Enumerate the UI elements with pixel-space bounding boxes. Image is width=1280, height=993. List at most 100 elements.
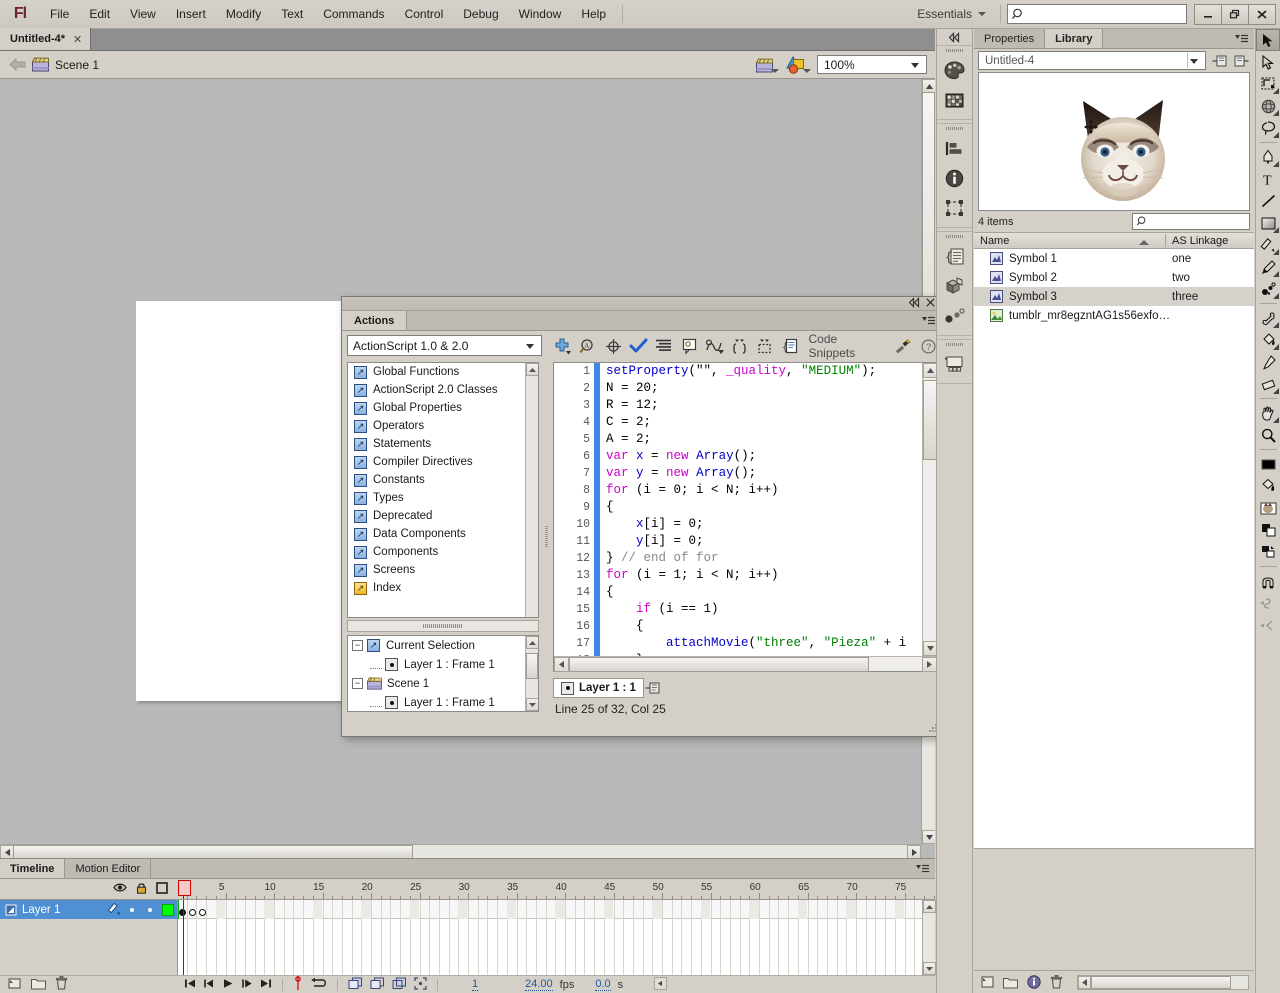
- check-syntax-icon[interactable]: [628, 336, 649, 356]
- new-library-panel-icon[interactable]: [1232, 51, 1250, 70]
- dock-grip-icon[interactable]: [937, 124, 972, 133]
- go-to-first-frame-icon[interactable]: [184, 978, 196, 992]
- new-symbol-icon[interactable]: [979, 974, 996, 991]
- delete-icon[interactable]: [1048, 974, 1065, 991]
- outline-icon[interactable]: [156, 882, 168, 897]
- outline-color-swatch[interactable]: [159, 904, 177, 916]
- editor-horizontal-scrollbar[interactable]: [554, 656, 937, 671]
- brush-tool[interactable]: [1256, 256, 1280, 278]
- workspace-switcher[interactable]: Essentials: [909, 7, 994, 21]
- library-search-input[interactable]: [1149, 215, 1245, 229]
- tree-vertical-scrollbar[interactable]: [525, 363, 538, 617]
- library-folder-icon[interactable]: [937, 349, 972, 379]
- subselection-tool[interactable]: [1256, 51, 1280, 73]
- swatches-icon[interactable]: [937, 85, 972, 115]
- nav-item-scene-1[interactable]: − Scene 1: [348, 674, 538, 693]
- elapsed-time-value[interactable]: 0.0: [595, 978, 610, 991]
- tab-motion-editor[interactable]: Motion Editor: [65, 859, 151, 878]
- bone-tool[interactable]: [1256, 307, 1280, 329]
- menu-control[interactable]: Control: [395, 4, 454, 24]
- menu-insert[interactable]: Insert: [166, 4, 216, 24]
- menu-window[interactable]: Window: [509, 4, 572, 24]
- edit-multiple-frames-icon[interactable]: [370, 977, 385, 993]
- 3d-rotation-tool[interactable]: [1256, 95, 1280, 117]
- line-tool[interactable]: [1256, 190, 1280, 212]
- tree-item-deprecated[interactable]: ↗Deprecated: [348, 507, 538, 525]
- help-search-box[interactable]: [1007, 4, 1187, 24]
- nav-item-current-selection[interactable]: − ↗ Current Selection: [348, 636, 538, 655]
- expand-panels-icon[interactable]: [937, 29, 972, 45]
- fill-color-swatch[interactable]: [1256, 475, 1280, 497]
- onion-skin-icon[interactable]: [293, 976, 303, 993]
- dock-grip-icon[interactable]: [937, 46, 972, 55]
- visibility-toggle[interactable]: [123, 907, 141, 913]
- loop-icon[interactable]: [310, 977, 327, 992]
- scroll-right-arrow-icon[interactable]: [907, 845, 921, 858]
- straighten-option[interactable]: [1256, 614, 1280, 636]
- navigator-vertical-scrollbar[interactable]: [525, 636, 538, 711]
- scroll-down-arrow-icon[interactable]: [526, 698, 539, 711]
- new-folder-icon[interactable]: [1002, 974, 1019, 991]
- library-row-symbol-2[interactable]: Symbol 2 two: [974, 268, 1254, 287]
- onion-skin-outlines-icon[interactable]: [348, 977, 363, 993]
- properties-icon[interactable]: [1025, 974, 1042, 991]
- tree-hscroll-thumb[interactable]: [423, 624, 463, 628]
- tree-item-compiler-directives[interactable]: ↗Compiler Directives: [348, 453, 538, 471]
- tree-item-as2-classes[interactable]: ↗ActionScript 2.0 Classes: [348, 381, 538, 399]
- scroll-down-arrow-icon[interactable]: [922, 830, 935, 844]
- info-icon[interactable]: [937, 163, 972, 193]
- close-button[interactable]: [1248, 4, 1276, 25]
- new-folder-icon[interactable]: [31, 977, 46, 993]
- scroll-up-arrow-icon[interactable]: [922, 79, 935, 93]
- tree-item-constants[interactable]: ↗Constants: [348, 471, 538, 489]
- restore-button[interactable]: [1221, 4, 1249, 25]
- eye-icon[interactable]: [113, 882, 127, 896]
- transform-icon[interactable]: [937, 193, 972, 223]
- tree-item-data-components[interactable]: ↗Data Components: [348, 525, 538, 543]
- apply-block-comment-icon[interactable]: {: [779, 336, 800, 356]
- layer-name-label[interactable]: Layer 1: [22, 904, 105, 916]
- search-input[interactable]: [1026, 6, 1176, 22]
- selection-tool[interactable]: [1256, 29, 1280, 51]
- tree-horizontal-scrollbar[interactable]: [347, 620, 539, 632]
- find-icon[interactable]: A: [577, 336, 598, 356]
- menu-file[interactable]: File: [40, 4, 79, 24]
- zoom-level-combobox[interactable]: 100%: [817, 55, 927, 74]
- tree-item-components[interactable]: ↗Components: [348, 543, 538, 561]
- scroll-left-arrow-icon[interactable]: [654, 977, 667, 993]
- center-frame-icon[interactable]: [414, 977, 427, 993]
- menu-view[interactable]: View: [120, 4, 166, 24]
- stroke-color-swatch[interactable]: [1256, 453, 1280, 475]
- collapse-to-icons-icon[interactable]: [909, 298, 920, 310]
- scroll-down-arrow-icon[interactable]: [923, 962, 936, 975]
- editor-vertical-scrollbar[interactable]: [922, 363, 937, 656]
- document-tab-untitled-4[interactable]: Untitled-4* ✕: [0, 28, 91, 50]
- panel-options-menu-icon[interactable]: [1235, 29, 1254, 48]
- tab-library[interactable]: Library: [1045, 29, 1103, 48]
- code-snippets-icon[interactable]: [893, 336, 914, 356]
- show-code-hint-icon[interactable]: [678, 336, 699, 356]
- menu-modify[interactable]: Modify: [216, 4, 271, 24]
- scroll-up-arrow-icon[interactable]: [526, 363, 539, 376]
- menu-help[interactable]: Help: [571, 4, 616, 24]
- edit-scene-button[interactable]: [755, 55, 779, 75]
- collapse-toggle-icon[interactable]: −: [352, 678, 363, 689]
- scroll-left-arrow-icon[interactable]: [0, 845, 14, 858]
- actionscript-version-combobox[interactable]: ActionScript 1.0 & 2.0: [347, 335, 542, 356]
- actionscript-category-tree[interactable]: ↗Global Functions ↗ActionScript 2.0 Clas…: [347, 362, 539, 618]
- panel-options-menu-icon[interactable]: [916, 859, 935, 878]
- paint-bucket-tool[interactable]: [1256, 329, 1280, 351]
- library-row-bitmap[interactable]: tumblr_mr8egzntAG1s56exfo…: [974, 306, 1254, 325]
- nav-item-current-selection-frame[interactable]: Layer 1 : Frame 1: [348, 655, 538, 674]
- snap-to-objects-option[interactable]: [1256, 570, 1280, 592]
- nav-item-scene-1-frame[interactable]: Layer 1 : Frame 1: [348, 693, 538, 712]
- align-icon[interactable]: [937, 133, 972, 163]
- new-layer-icon[interactable]: [8, 977, 22, 993]
- text-tool[interactable]: T: [1256, 168, 1280, 190]
- go-to-last-frame-icon[interactable]: [260, 978, 272, 992]
- actions-panel-titlebar[interactable]: [342, 297, 941, 311]
- black-and-white-button[interactable]: [1256, 519, 1280, 541]
- menu-text[interactable]: Text: [271, 4, 313, 24]
- minimize-button[interactable]: [1194, 4, 1222, 25]
- breadcrumb-scene-1[interactable]: Scene 1: [32, 57, 99, 72]
